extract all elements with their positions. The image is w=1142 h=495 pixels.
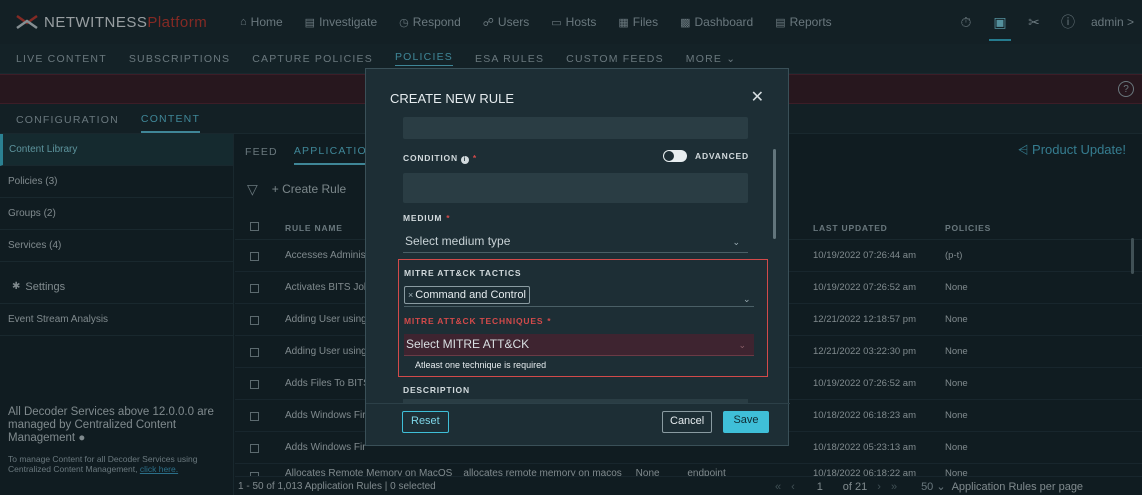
- rule-name-input[interactable]: [403, 117, 748, 139]
- techniques-select[interactable]: Select MITRE ATT&CK ⌄: [404, 334, 754, 356]
- reset-button[interactable]: Reset: [402, 411, 449, 433]
- medium-placeholder: Select medium type: [405, 234, 511, 248]
- required-marker: *: [472, 153, 478, 163]
- cancel-button[interactable]: Cancel: [662, 411, 713, 433]
- medium-label-text: MEDIUM: [403, 213, 443, 223]
- condition-label: CONDITION i *: [403, 153, 477, 164]
- medium-select[interactable]: Select medium type ⌄: [403, 231, 748, 253]
- description-label: DESCRIPTION: [403, 385, 470, 395]
- required-marker: *: [547, 316, 552, 326]
- techniques-label: MITRE ATT&CK TECHNIQUES *: [404, 316, 551, 326]
- tactic-tag-label: Command and Control: [415, 289, 526, 301]
- mitre-section: MITRE ATT&CK TACTICS × Command and Contro…: [398, 259, 768, 377]
- techniques-error: Atleast one technique is required: [415, 360, 547, 370]
- medium-label: MEDIUM *: [403, 213, 450, 223]
- modal-scrollbar[interactable]: [773, 149, 776, 239]
- chevron-down-icon: ⌄: [738, 340, 746, 350]
- close-icon[interactable]: ✕: [751, 87, 764, 107]
- condition-label-text: CONDITION: [403, 153, 458, 163]
- chevron-down-icon[interactable]: ⌄: [743, 294, 751, 305]
- techniques-label-text: MITRE ATT&CK TECHNIQUES: [404, 316, 544, 326]
- required-marker: *: [446, 213, 451, 223]
- advanced-label: ADVANCED: [695, 151, 749, 161]
- tactic-tag[interactable]: × Command and Control: [404, 286, 530, 304]
- techniques-placeholder: Select MITRE ATT&CK: [406, 337, 530, 351]
- condition-input[interactable]: [403, 173, 748, 203]
- advanced-toggle[interactable]: [663, 150, 687, 162]
- chevron-down-icon: ⌄: [732, 237, 740, 247]
- modal-body: CONDITION i * ADVANCED MEDIUM * Select medi…: [388, 113, 768, 403]
- modal-title: CREATE NEW RULE: [390, 91, 514, 106]
- modal-footer: Reset Cancel Save: [366, 403, 790, 447]
- info-icon[interactable]: i: [460, 156, 469, 164]
- tactics-underline: [404, 306, 754, 307]
- tactics-label: MITRE ATT&CK TACTICS: [404, 268, 522, 278]
- create-rule-modal: CREATE NEW RULE ✕ CONDITION i * ADVANCED M…: [365, 68, 790, 447]
- remove-tag-icon[interactable]: ×: [408, 290, 413, 300]
- save-button[interactable]: Save: [723, 411, 769, 433]
